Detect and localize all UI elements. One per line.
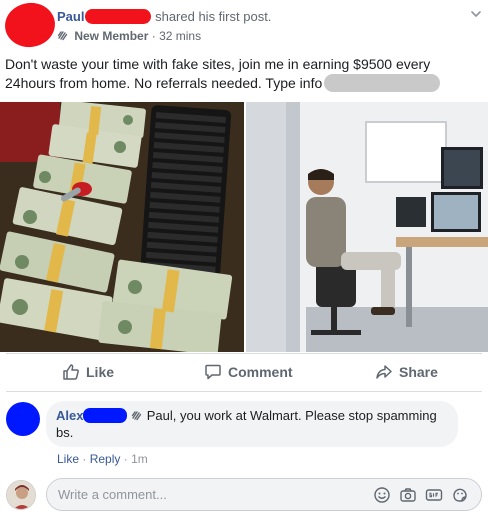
author-avatar-redacted[interactable] xyxy=(2,0,58,51)
photo-money[interactable] xyxy=(0,102,244,352)
divider-bottom xyxy=(6,391,482,392)
new-member-badge: New Member xyxy=(74,29,149,43)
share-label: Share xyxy=(399,364,438,380)
comment-timestamp[interactable]: 1m xyxy=(131,452,148,466)
comment-actions: Like · Reply · 1m xyxy=(57,452,148,466)
post-body: Don't waste your time with fake sites, j… xyxy=(5,55,475,93)
wave-hand-icon xyxy=(131,411,142,421)
comment-body-line1: Paul, you work at Walmart. Please stop s… xyxy=(146,408,437,423)
author-name[interactable]: Paul xyxy=(57,9,84,24)
sticker-icon[interactable] xyxy=(451,486,469,504)
wave-hand-icon xyxy=(57,31,68,41)
divider-top xyxy=(6,353,482,354)
comment-input-placeholder: Write a comment... xyxy=(58,487,167,502)
comment-dot-1: · xyxy=(82,452,87,466)
user-avatar-image xyxy=(7,481,35,509)
like-label: Like xyxy=(86,364,115,380)
photo-office[interactable] xyxy=(246,102,488,352)
thumbs-up-icon xyxy=(63,364,79,380)
meta-separator: · xyxy=(151,29,156,43)
gif-icon[interactable] xyxy=(425,486,443,504)
money-photo-illustration xyxy=(0,102,244,352)
commenter-name-redaction xyxy=(83,408,128,423)
author-name-redaction xyxy=(85,9,152,24)
comment-input[interactable]: Write a comment... xyxy=(46,478,482,511)
comment-reply-link[interactable]: Reply xyxy=(90,452,121,466)
share-button[interactable]: Share xyxy=(375,361,438,383)
comment-bubble: Alex Paul, you work at Walmart. Please s… xyxy=(46,401,458,447)
office-photo-illustration xyxy=(246,102,488,352)
post-header-title: Paul shared his first post. xyxy=(57,9,271,24)
comment-label: Comment xyxy=(228,364,293,380)
comment-dot-2: · xyxy=(123,452,128,466)
comment-body-line2: bs. xyxy=(56,425,74,440)
comment-text: Alex Paul, you work at Walmart. Please s… xyxy=(56,407,452,441)
post-timestamp[interactable]: 32 mins xyxy=(159,29,201,43)
share-arrow-icon xyxy=(376,365,392,379)
commenter-name[interactable]: Alex xyxy=(56,408,83,423)
comment-button[interactable]: Comment xyxy=(204,361,293,383)
commenter-avatar-redacted[interactable] xyxy=(6,402,40,436)
chevron-down-icon[interactable] xyxy=(470,8,482,20)
comment-icon xyxy=(205,364,221,380)
comment-like-link[interactable]: Like xyxy=(57,452,79,466)
camera-icon[interactable] xyxy=(399,486,417,504)
post-action-text: shared his first post. xyxy=(155,9,272,24)
like-button[interactable]: Like xyxy=(62,361,114,383)
post-text-redaction xyxy=(324,74,441,92)
emoji-icon[interactable] xyxy=(373,486,391,504)
my-avatar[interactable] xyxy=(6,480,36,510)
facebook-post: Paul shared his first post. New Member ·… xyxy=(0,0,488,518)
post-meta: New Member · 32 mins xyxy=(57,29,201,43)
